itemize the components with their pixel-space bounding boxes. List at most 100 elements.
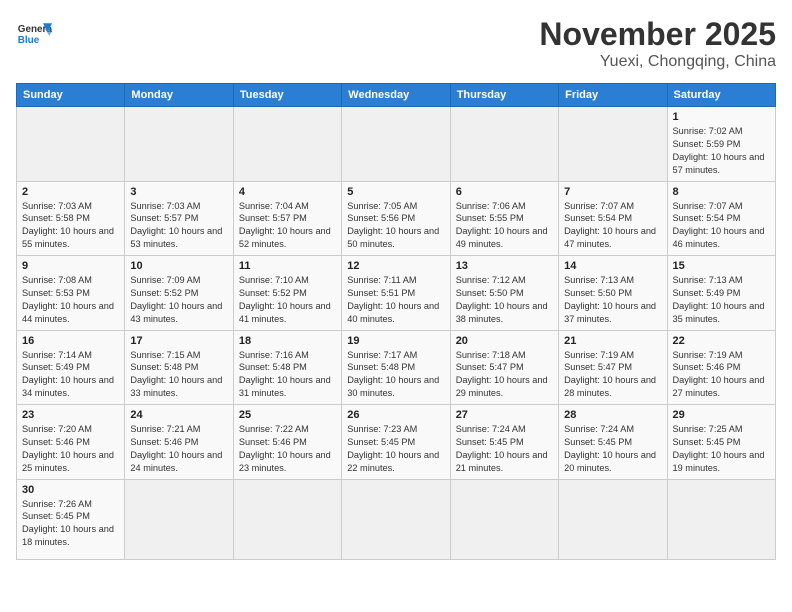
day-number: 14 <box>564 260 661 272</box>
day-info: Sunrise: 7:06 AMSunset: 5:55 PMDaylight:… <box>456 200 553 252</box>
calendar-cell <box>233 479 341 559</box>
calendar-cell: 27 Sunrise: 7:24 AMSunset: 5:45 PMDayligh… <box>450 405 558 480</box>
calendar-cell: 17Sunrise: 7:15 AMSunset: 5:48 PMDayligh… <box>125 330 233 405</box>
col-header-thursday: Thursday <box>450 84 558 107</box>
day-number: 24 <box>130 409 227 421</box>
logo-icon: General Blue <box>16 16 52 52</box>
day-info: Sunrise: 7:09 AMSunset: 5:52 PMDaylight:… <box>130 274 227 326</box>
page-title: November 2025 <box>539 16 776 53</box>
day-number: 8 <box>673 186 770 198</box>
day-info: Sunrise: 7:23 AMSunset: 5:45 PMDaylight:… <box>347 423 444 475</box>
day-number: 4 <box>239 186 336 198</box>
day-info: Sunrise: 7:22 AMSunset: 5:46 PMDaylight:… <box>239 423 336 475</box>
calendar-cell: 26 Sunrise: 7:23 AMSunset: 5:45 PMDayligh… <box>342 405 450 480</box>
calendar-cell <box>559 107 667 182</box>
day-info: Sunrise: 7:07 AMSunset: 5:54 PMDaylight:… <box>673 200 770 252</box>
day-number: 26 <box>347 409 444 421</box>
day-number: 13 <box>456 260 553 272</box>
col-header-saturday: Saturday <box>667 84 775 107</box>
calendar-cell: 20 Sunrise: 7:18 AMSunset: 5:47 PMDayligh… <box>450 330 558 405</box>
day-number: 23 <box>22 409 119 421</box>
calendar-cell: 7 Sunrise: 7:07 AMSunset: 5:54 PMDaylight… <box>559 181 667 256</box>
calendar-cell <box>233 107 341 182</box>
day-number: 15 <box>673 260 770 272</box>
calendar-cell: 29Sunrise: 7:25 AMSunset: 5:45 PMDayligh… <box>667 405 775 480</box>
day-number: 11 <box>239 260 336 272</box>
calendar-cell: 2 Sunrise: 7:03 AMSunset: 5:58 PMDaylight… <box>17 181 125 256</box>
day-info: Sunrise: 7:18 AMSunset: 5:47 PMDaylight:… <box>456 349 553 401</box>
day-number: 20 <box>456 335 553 347</box>
day-info: Sunrise: 7:24 AMSunset: 5:45 PMDaylight:… <box>564 423 661 475</box>
day-number: 9 <box>22 260 119 272</box>
day-info: Sunrise: 7:07 AMSunset: 5:54 PMDaylight:… <box>564 200 661 252</box>
calendar-week-2: 2 Sunrise: 7:03 AMSunset: 5:58 PMDaylight… <box>17 181 776 256</box>
calendar-cell <box>559 479 667 559</box>
day-number: 10 <box>130 260 227 272</box>
calendar-table: SundayMondayTuesdayWednesdayThursdayFrid… <box>16 83 776 560</box>
day-number: 3 <box>130 186 227 198</box>
calendar-cell <box>17 107 125 182</box>
day-info: Sunrise: 7:04 AMSunset: 5:57 PMDaylight:… <box>239 200 336 252</box>
day-info: Sunrise: 7:11 AMSunset: 5:51 PMDaylight:… <box>347 274 444 326</box>
col-header-monday: Monday <box>125 84 233 107</box>
calendar-cell <box>667 479 775 559</box>
calendar-cell: 23 Sunrise: 7:20 AMSunset: 5:46 PMDayligh… <box>17 405 125 480</box>
day-info: Sunrise: 7:10 AMSunset: 5:52 PMDaylight:… <box>239 274 336 326</box>
calendar-cell <box>125 479 233 559</box>
calendar-cell: 28Sunrise: 7:24 AMSunset: 5:45 PMDayligh… <box>559 405 667 480</box>
col-header-wednesday: Wednesday <box>342 84 450 107</box>
calendar-cell <box>342 107 450 182</box>
calendar-cell: 5 Sunrise: 7:05 AMSunset: 5:56 PMDaylight… <box>342 181 450 256</box>
calendar-cell: 4 Sunrise: 7:04 AMSunset: 5:57 PMDaylight… <box>233 181 341 256</box>
calendar-cell: 1Sunrise: 7:02 AMSunset: 5:59 PMDaylight… <box>667 107 775 182</box>
calendar-cell: 25Sunrise: 7:22 AMSunset: 5:46 PMDayligh… <box>233 405 341 480</box>
calendar-header-row: SundayMondayTuesdayWednesdayThursdayFrid… <box>17 84 776 107</box>
calendar-cell: 22Sunrise: 7:19 AMSunset: 5:46 PMDayligh… <box>667 330 775 405</box>
calendar-cell: 16 Sunrise: 7:14 AMSunset: 5:49 PMDayligh… <box>17 330 125 405</box>
calendar-cell: 19 Sunrise: 7:17 AMSunset: 5:48 PMDayligh… <box>342 330 450 405</box>
calendar-cell: 12Sunrise: 7:11 AMSunset: 5:51 PMDayligh… <box>342 256 450 331</box>
logo: General Blue <box>16 16 52 52</box>
day-info: Sunrise: 7:17 AMSunset: 5:48 PMDaylight:… <box>347 349 444 401</box>
svg-text:Blue: Blue <box>18 35 40 46</box>
day-number: 18 <box>239 335 336 347</box>
calendar-week-4: 16 Sunrise: 7:14 AMSunset: 5:49 PMDayligh… <box>17 330 776 405</box>
calendar-week-3: 9Sunrise: 7:08 AMSunset: 5:53 PMDaylight… <box>17 256 776 331</box>
calendar-cell <box>125 107 233 182</box>
calendar-cell: 10 Sunrise: 7:09 AMSunset: 5:52 PMDayligh… <box>125 256 233 331</box>
day-info: Sunrise: 7:15 AMSunset: 5:48 PMDaylight:… <box>130 349 227 401</box>
calendar-cell: 9Sunrise: 7:08 AMSunset: 5:53 PMDaylight… <box>17 256 125 331</box>
calendar-cell: 21 Sunrise: 7:19 AMSunset: 5:47 PMDayligh… <box>559 330 667 405</box>
day-number: 29 <box>673 409 770 421</box>
calendar-cell: 11 Sunrise: 7:10 AMSunset: 5:52 PMDayligh… <box>233 256 341 331</box>
day-info: Sunrise: 7:03 AMSunset: 5:57 PMDaylight:… <box>130 200 227 252</box>
day-info: Sunrise: 7:20 AMSunset: 5:46 PMDaylight:… <box>22 423 119 475</box>
day-info: Sunrise: 7:03 AMSunset: 5:58 PMDaylight:… <box>22 200 119 252</box>
calendar-cell <box>450 107 558 182</box>
day-info: Sunrise: 7:13 AMSunset: 5:49 PMDaylight:… <box>673 274 770 326</box>
calendar-cell <box>342 479 450 559</box>
col-header-friday: Friday <box>559 84 667 107</box>
calendar-cell: 14 Sunrise: 7:13 AMSunset: 5:50 PMDayligh… <box>559 256 667 331</box>
day-number: 2 <box>22 186 119 198</box>
day-number: 27 <box>456 409 553 421</box>
day-number: 19 <box>347 335 444 347</box>
day-info: Sunrise: 7:12 AMSunset: 5:50 PMDaylight:… <box>456 274 553 326</box>
day-info: Sunrise: 7:13 AMSunset: 5:50 PMDaylight:… <box>564 274 661 326</box>
calendar-cell: 24 Sunrise: 7:21 AMSunset: 5:46 PMDayligh… <box>125 405 233 480</box>
day-info: Sunrise: 7:21 AMSunset: 5:46 PMDaylight:… <box>130 423 227 475</box>
day-info: Sunrise: 7:14 AMSunset: 5:49 PMDaylight:… <box>22 349 119 401</box>
day-number: 21 <box>564 335 661 347</box>
day-number: 16 <box>22 335 119 347</box>
calendar-cell: 3 Sunrise: 7:03 AMSunset: 5:57 PMDaylight… <box>125 181 233 256</box>
calendar-cell: 15 Sunrise: 7:13 AMSunset: 5:49 PMDayligh… <box>667 256 775 331</box>
day-number: 6 <box>456 186 553 198</box>
day-info: Sunrise: 7:19 AMSunset: 5:47 PMDaylight:… <box>564 349 661 401</box>
title-block: November 2025 Yuexi, Chongqing, China <box>539 16 776 71</box>
calendar-cell: 6 Sunrise: 7:06 AMSunset: 5:55 PMDaylight… <box>450 181 558 256</box>
day-number: 5 <box>347 186 444 198</box>
page-subtitle: Yuexi, Chongqing, China <box>539 53 776 71</box>
day-info: Sunrise: 7:24 AMSunset: 5:45 PMDaylight:… <box>456 423 553 475</box>
day-info: Sunrise: 7:05 AMSunset: 5:56 PMDaylight:… <box>347 200 444 252</box>
day-number: 7 <box>564 186 661 198</box>
